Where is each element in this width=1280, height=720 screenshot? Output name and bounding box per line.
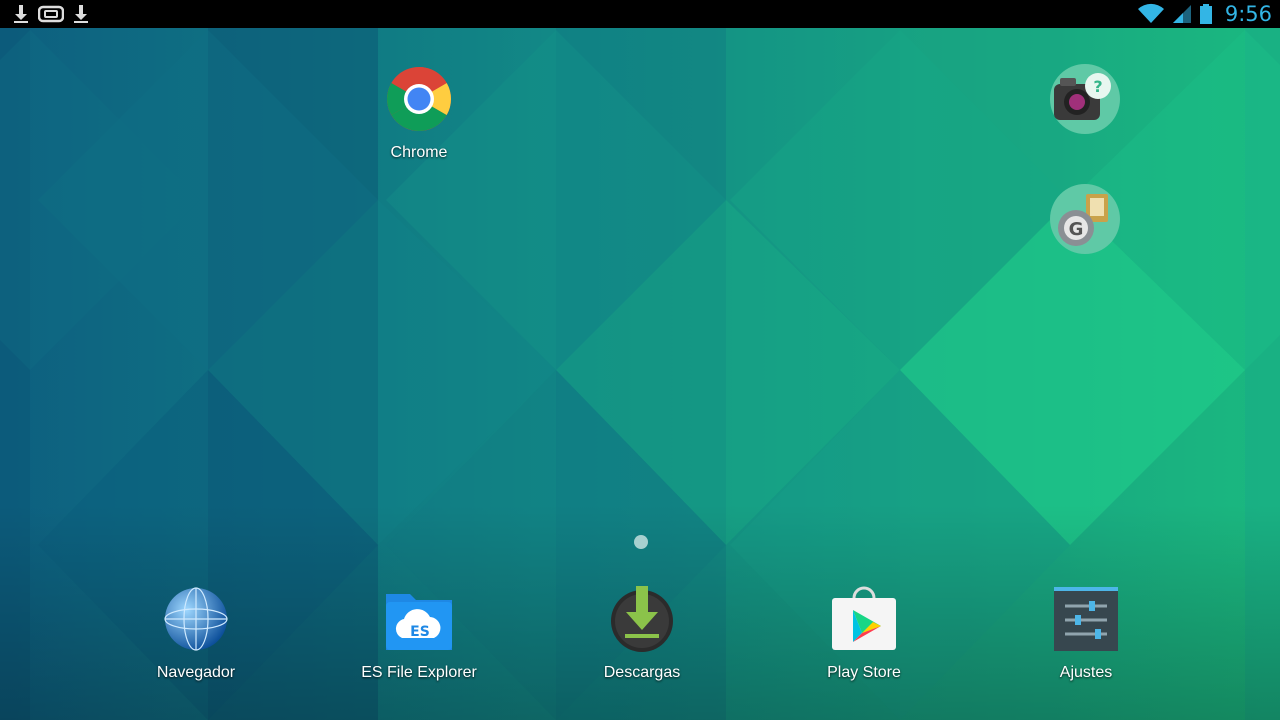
google-settings-icon: G [1050, 184, 1120, 254]
battery-icon [1199, 4, 1212, 24]
system-indicators: 9:56 [1137, 0, 1272, 28]
google-settings-shortcut[interactable]: G [1048, 182, 1122, 256]
bb-tablet-icon [38, 5, 64, 23]
chrome-icon [387, 67, 451, 131]
download-icon [74, 5, 88, 23]
status-clock: 9:56 [1224, 2, 1272, 26]
svg-text:G: G [1069, 219, 1084, 240]
svg-text:ES: ES [410, 624, 430, 640]
page-indicator-dot [634, 535, 648, 549]
dock-navegador[interactable]: Navegador [131, 584, 261, 682]
camera-help-icon: ? [1050, 64, 1120, 134]
notification-icons [10, 2, 92, 26]
svg-text:?: ? [1093, 77, 1102, 96]
play-store-icon [832, 586, 896, 650]
downloads-icon [611, 586, 673, 652]
es-file-explorer-icon: ES [386, 594, 452, 650]
dock-label: Ajustes [1059, 664, 1113, 681]
dock-es-file-explorer[interactable]: ES ES File Explorer [354, 584, 484, 682]
camera-help-shortcut[interactable]: ? [1048, 62, 1122, 136]
dock-ajustes[interactable]: Ajustes [1021, 584, 1151, 682]
globe-icon [164, 587, 228, 651]
status-bar[interactable]: 9:56 [0, 0, 1280, 28]
dock-label: ES File Explorer [361, 664, 477, 681]
app-chrome[interactable]: Chrome [354, 64, 484, 162]
app-label: Chrome [390, 144, 448, 161]
signal-icon [1172, 5, 1191, 23]
dock-descargas[interactable]: Descargas [577, 584, 707, 682]
download-icon [14, 5, 28, 23]
dock-label: Descargas [603, 664, 681, 681]
dock-label: Navegador [156, 664, 236, 681]
settings-icon [1054, 587, 1118, 651]
wifi-icon [1137, 3, 1164, 23]
dock-label: Play Store [827, 664, 901, 681]
dock-play-store[interactable]: Play Store [799, 584, 929, 682]
